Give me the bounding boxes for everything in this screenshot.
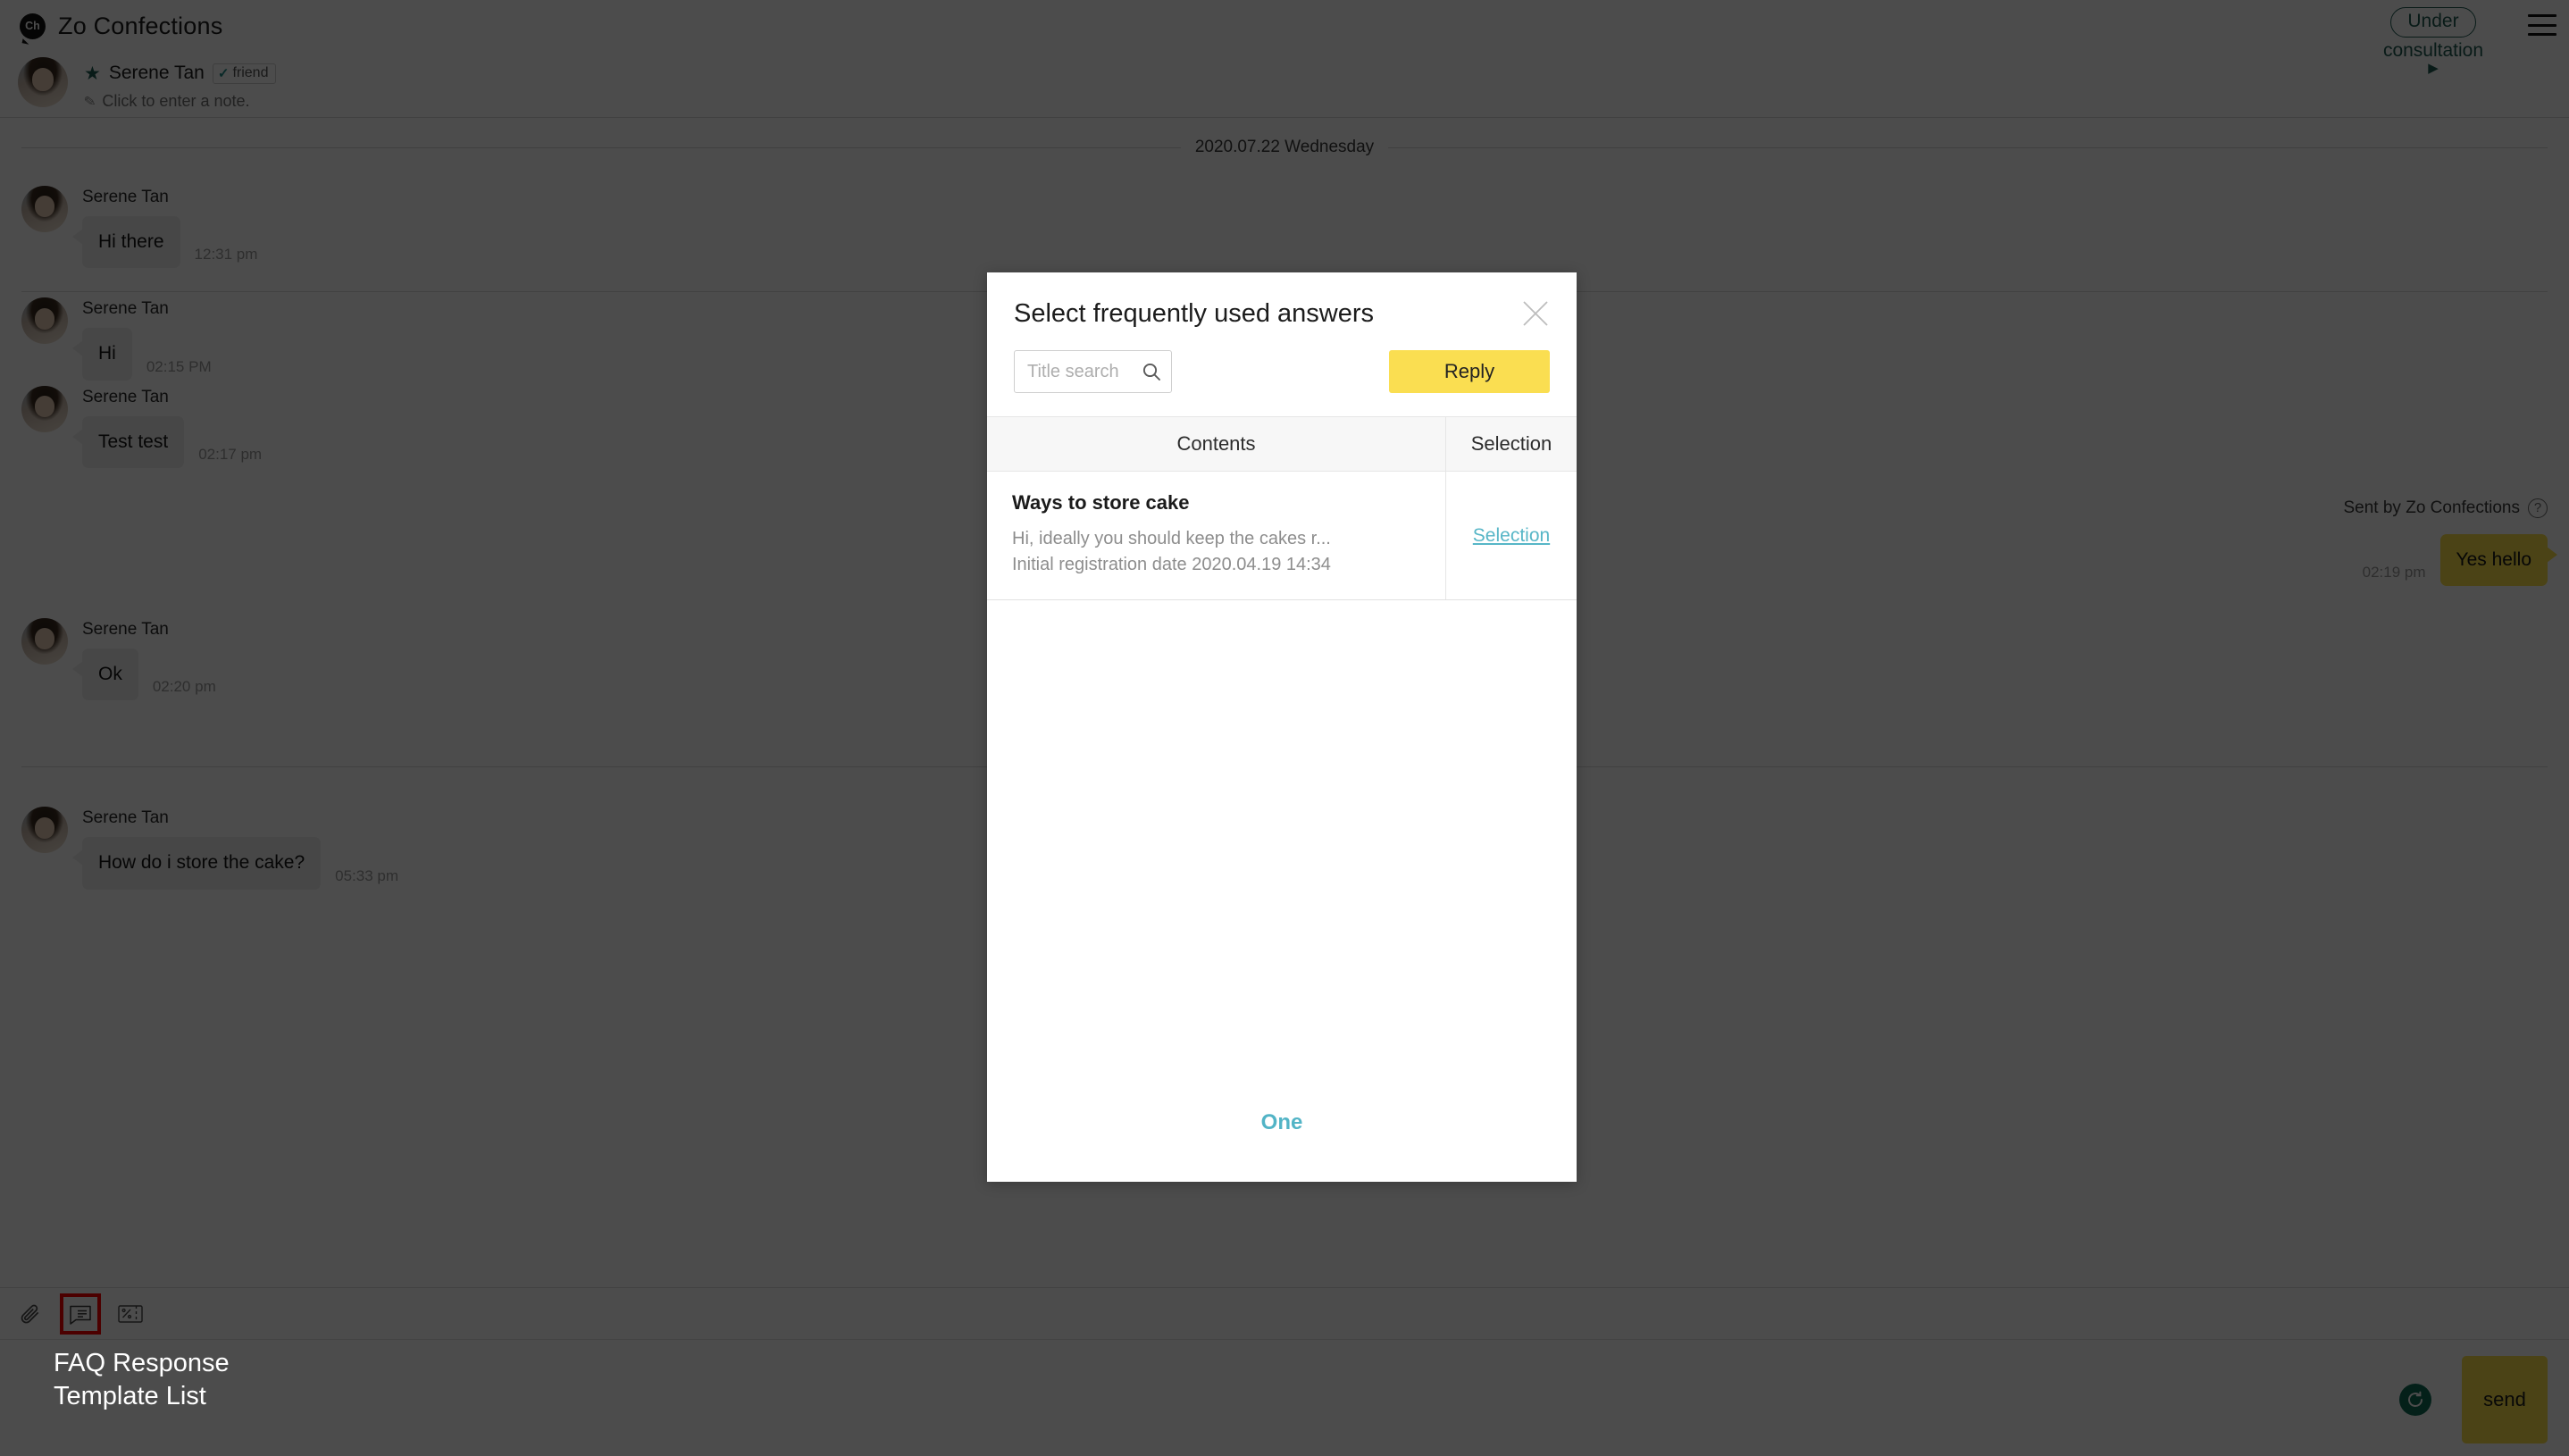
frequently-used-answers-dialog: Select frequently used answers Reply Con… [987,272,1577,1182]
table-body: Ways to store cake Hi, ideally you shoul… [987,472,1577,1110]
dialog-search-row: Reply [987,329,1577,416]
close-icon[interactable] [1516,294,1555,333]
dialog-header: Select frequently used answers [987,272,1577,329]
cell-contents: Ways to store cake Hi, ideally you shoul… [987,472,1446,599]
dialog-title: Select frequently used answers [1014,299,1374,328]
reply-button[interactable]: Reply [1389,350,1550,393]
answer-title: Ways to store cake [1012,491,1190,514]
column-header-contents: Contents [987,417,1446,471]
annotation-label: FAQ Response Template List [54,1349,230,1411]
table-header-row: Contents Selection [987,416,1577,472]
answers-table: Contents Selection Ways to store cake Hi… [987,416,1577,1182]
search-icon[interactable] [1139,359,1164,384]
column-header-selection: Selection [1470,432,1552,455]
select-answer-link[interactable]: Selection [1473,525,1550,547]
answer-preview: Hi, ideally you should keep the cakes r.… [1012,529,1331,548]
search-field-wrapper [1014,350,1172,393]
cell-selection: Selection [1446,472,1577,599]
pagination-current-page[interactable]: One [1261,1110,1303,1135]
table-row[interactable]: Ways to store cake Hi, ideally you shoul… [987,472,1577,600]
answer-registered-date: Initial registration date 2020.04.19 14:… [1012,555,1331,574]
pagination: One [987,1110,1577,1182]
